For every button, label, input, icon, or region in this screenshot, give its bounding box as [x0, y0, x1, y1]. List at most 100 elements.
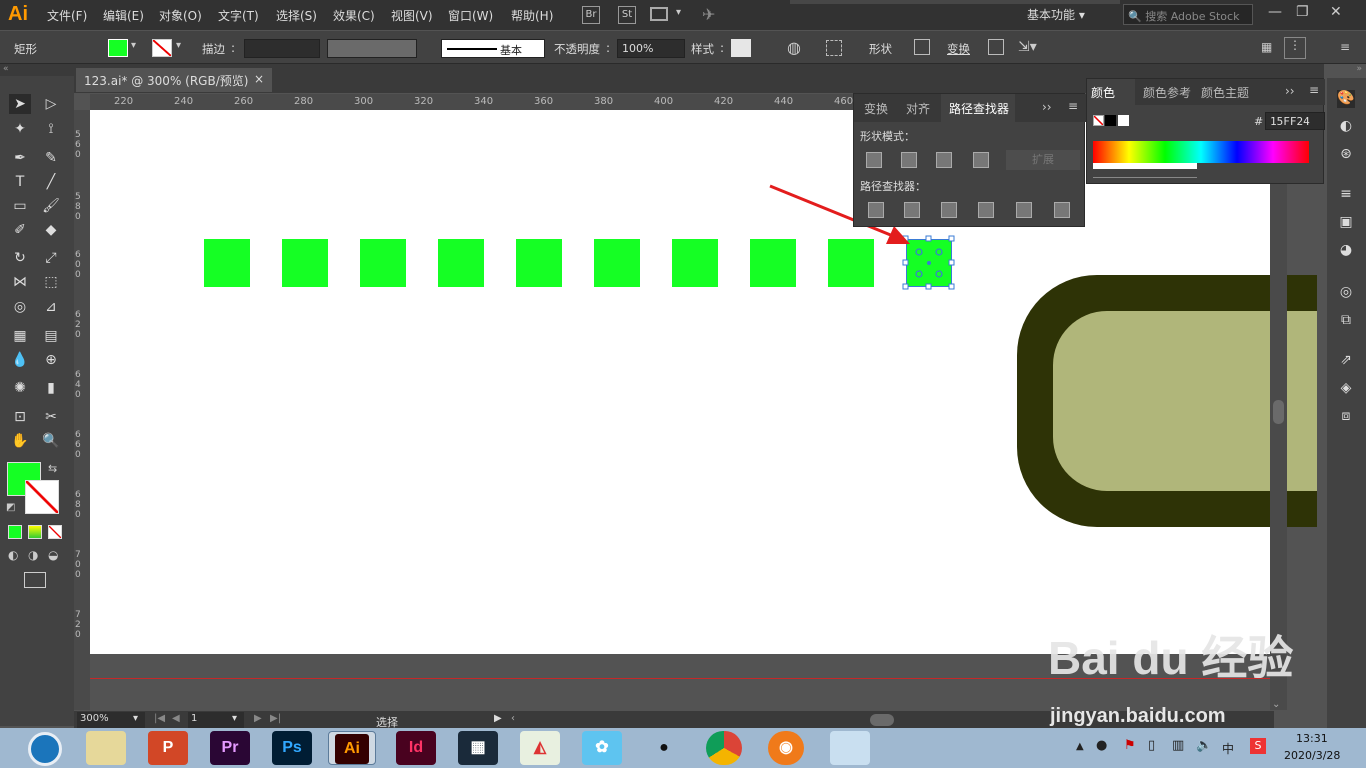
tab-align[interactable]: 对齐	[906, 100, 930, 117]
trim-icon[interactable]	[904, 202, 920, 218]
chevron-down-icon[interactable]: ▾	[676, 7, 681, 18]
menu-select[interactable]: 选择(S)	[276, 7, 317, 24]
zoom-dropdown[interactable]: 300% ▾	[77, 712, 145, 728]
close-icon[interactable]: ✕	[1330, 4, 1342, 20]
select-similar-icon[interactable]: ⇲▾	[1018, 39, 1037, 55]
menu-object[interactable]: 对象(O)	[159, 7, 202, 24]
panel-menu-icon[interactable]: ≡	[1309, 83, 1319, 97]
draw-behind-icon[interactable]: ◑	[28, 548, 38, 562]
blend-tool-icon[interactable]: ⊕	[40, 350, 62, 370]
variable-width-profile[interactable]	[327, 39, 417, 58]
draw-normal-icon[interactable]: ◐	[8, 548, 18, 562]
expand-panel-icon[interactable]: ››	[1042, 100, 1052, 114]
unite-icon[interactable]	[866, 152, 882, 168]
minimize-icon[interactable]: —	[1268, 4, 1282, 20]
graphic-style-swatch[interactable]	[731, 39, 751, 57]
next-artboard-icon[interactable]: ▶	[254, 713, 262, 724]
eraser-tool-icon[interactable]: ◆	[40, 220, 62, 240]
exclude-icon[interactable]	[973, 152, 989, 168]
rectangle-tool-icon[interactable]: ▭	[9, 196, 31, 216]
last-artboard-icon[interactable]: ▶|	[270, 713, 281, 724]
artboards-icon[interactable]: ⧈	[1337, 408, 1355, 426]
direct-selection-tool-icon[interactable]: ▷	[40, 94, 62, 114]
fill-swatch[interactable]	[108, 39, 128, 57]
tray-expand-icon[interactable]: ▲	[1076, 741, 1084, 752]
divide-icon[interactable]	[868, 202, 884, 218]
green-square[interactable]	[672, 239, 718, 287]
pen-tool-icon[interactable]: ✒	[9, 148, 31, 168]
stroke-none-swatch[interactable]	[152, 39, 172, 57]
lasso-tool-icon[interactable]: ⟟	[40, 119, 62, 139]
intersect-icon[interactable]	[936, 152, 952, 168]
collapse-toolbar-icon[interactable]: «	[0, 64, 74, 76]
menu-lines-icon[interactable]: ≡	[1340, 40, 1350, 54]
photoshop-icon[interactable]: Ps	[272, 731, 312, 765]
battery-tray-icon[interactable]: ▯	[1148, 738, 1155, 753]
scale-tool-icon[interactable]: ⤢	[40, 248, 62, 268]
vertical-scroll-thumb[interactable]	[1273, 400, 1284, 424]
type-tool-icon[interactable]: T	[9, 172, 31, 192]
video-editor-icon[interactable]: ▦	[458, 731, 498, 765]
free-transform-tool-icon[interactable]: ⬚	[40, 272, 62, 292]
qq-icon[interactable]: ●	[644, 731, 684, 765]
minus-back-icon[interactable]	[1054, 202, 1070, 218]
chrome-icon[interactable]	[706, 731, 742, 765]
screen-mode-icon[interactable]	[24, 572, 46, 588]
align-to-icon[interactable]	[826, 40, 842, 56]
restore-icon[interactable]: ❐	[1296, 4, 1309, 20]
zoom-tool-icon[interactable]: 🔍	[40, 431, 62, 451]
vertical-scrollbar[interactable]	[1270, 94, 1287, 710]
draw-inside-icon[interactable]: ◒	[48, 548, 58, 562]
hand-tool-icon[interactable]: ✋	[9, 431, 31, 451]
isolate-group-icon[interactable]	[988, 39, 1004, 55]
outline-icon[interactable]	[1016, 202, 1032, 218]
green-square[interactable]	[360, 239, 406, 287]
tab-pathfinder[interactable]: 路径查找器	[941, 94, 1015, 122]
paintbrush-tool-icon[interactable]: 🖌	[40, 196, 62, 216]
green-square[interactable]	[204, 239, 250, 287]
collapse-dock-icon[interactable]: »	[1327, 64, 1366, 76]
panel-menu-icon[interactable]: ⋮	[1284, 37, 1306, 59]
gradient-panel-icon[interactable]: ▣	[1337, 214, 1355, 232]
tab-transform[interactable]: 变换	[864, 100, 888, 117]
green-square[interactable]	[594, 239, 640, 287]
gradient-tool-icon[interactable]: ▤	[40, 326, 62, 346]
transparency-panel-icon[interactable]: ◕	[1337, 242, 1355, 260]
qq-tray-icon[interactable]: ●	[1096, 738, 1107, 753]
none-color-swatch[interactable]	[1093, 115, 1104, 126]
fill-chevron-icon[interactable]: ▾	[131, 40, 136, 51]
scroll-down-icon[interactable]: ⌄	[1272, 699, 1280, 710]
volume-tray-icon[interactable]: 🔈	[1196, 738, 1212, 753]
shaper-tool-icon[interactable]: ✐	[9, 220, 31, 240]
color-guide-icon[interactable]: ◐	[1337, 118, 1355, 136]
prev-artboard-icon[interactable]: ◀	[172, 713, 180, 724]
workspace-switcher[interactable]: 基本功能 ▾	[1027, 6, 1085, 23]
artboard-navigator[interactable]: 1 ▾	[188, 712, 244, 728]
black-color-swatch[interactable]	[1105, 115, 1116, 126]
horizontal-scroll-thumb[interactable]	[870, 714, 894, 726]
illustrator-taskbar-item[interactable]: Ai	[328, 731, 376, 765]
graphic-styles-icon[interactable]: ⧉	[1337, 312, 1355, 330]
color-spectrum[interactable]	[1093, 141, 1309, 163]
game-app-icon[interactable]: ◭	[520, 731, 560, 765]
line-tool-icon[interactable]: ╱	[40, 172, 62, 192]
perspective-grid-tool-icon[interactable]: ⊿	[40, 297, 62, 317]
menu-window[interactable]: 窗口(W)	[448, 7, 493, 24]
magic-wand-tool-icon[interactable]: ✦	[9, 119, 31, 139]
stroke-chevron-icon[interactable]: ▾	[176, 40, 181, 51]
panel-toggle-icon[interactable]: ▦	[1261, 40, 1272, 54]
curvature-tool-icon[interactable]: ✎	[40, 148, 62, 168]
browser-icon[interactable]: ◉	[768, 731, 804, 765]
arrange-documents-icon[interactable]	[650, 7, 668, 21]
menu-view[interactable]: 视图(V)	[391, 7, 433, 24]
appearance-panel-icon[interactable]: ◎	[1337, 284, 1355, 302]
green-square[interactable]	[282, 239, 328, 287]
minus-front-icon[interactable]	[901, 152, 917, 168]
panel-resize-handle[interactable]	[1093, 177, 1197, 183]
expand-button[interactable]: 扩展	[1006, 150, 1080, 170]
symbol-sprayer-tool-icon[interactable]: ✺	[9, 378, 31, 398]
none-mode-icon[interactable]	[48, 525, 62, 539]
swap-fill-stroke-icon[interactable]: ⇆	[48, 462, 57, 475]
slice-tool-icon[interactable]: ✂	[40, 407, 62, 427]
tab-color[interactable]: 颜色	[1087, 79, 1135, 105]
